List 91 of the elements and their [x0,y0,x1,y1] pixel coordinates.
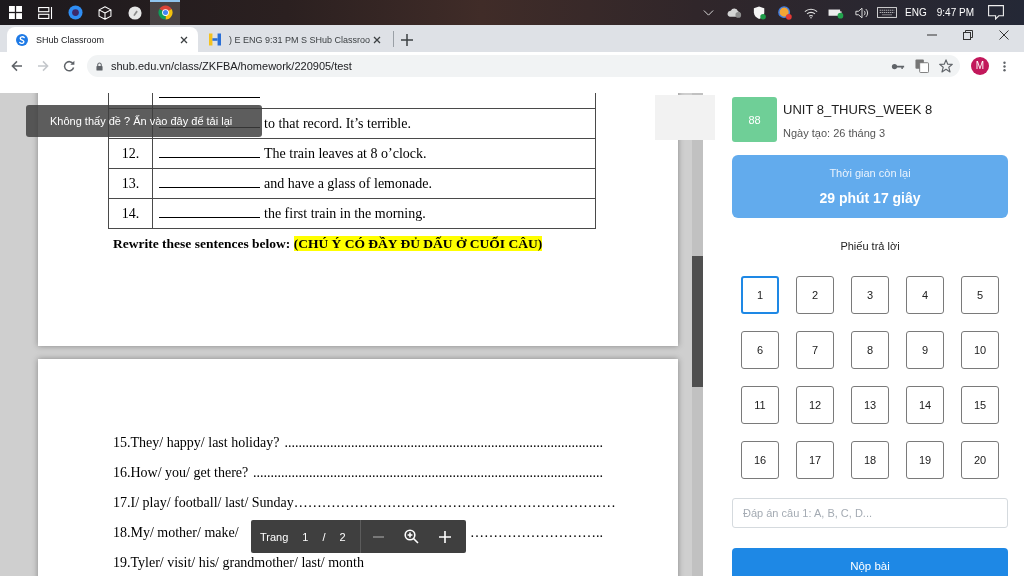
sentence-text: to that record. It’s terrible. [264,115,411,131]
question-button[interactable]: 6 [741,331,779,369]
exercise-prompt: 19.Tyler/ visit/ his/ grandmother/ last/ month [113,554,364,572]
exercise-prompt: 16.How/ you/ get there? [113,464,249,482]
scrollbar-thumb[interactable] [692,256,703,387]
keyboard-icon[interactable] [877,7,898,18]
created-date: Ngày tạo: 26 tháng 3 [783,126,887,140]
bars-icon [209,33,221,46]
question-button[interactable]: 5 [961,276,999,314]
reload-hint-tooltip[interactable]: Không thấy đề ? Ấn vào đây để tải lại [26,105,262,137]
question-button[interactable]: 13 [851,386,889,424]
back-arrow-icon[interactable] [11,60,23,72]
exercise-prompt: 17.I/ play/ football/ last/ Sunday [113,494,294,512]
address-bar[interactable]: shub.edu.vn/class/ZKFBA/homework/220905/test [87,55,960,77]
taskbar-app-button[interactable] [150,0,180,25]
speech-bubble-icon[interactable] [988,5,1004,20]
task-view-icon[interactable] [37,6,53,19]
scrollbar-track[interactable] [692,93,703,576]
fill-in-line: ……………………….. [470,524,603,542]
page-label: Trang [260,530,289,543]
question-button[interactable]: 3 [851,276,889,314]
sentence-text: the first train in the morning. [264,205,426,221]
instruction-text: Rewrite these sentences below: [113,236,291,251]
question-button[interactable]: 2 [796,276,834,314]
speaker-icon[interactable] [854,6,869,19]
lock-icon [96,61,103,71]
answer-sheet-title: Phiếu trả lời [839,239,901,254]
swirl-icon [16,33,28,46]
url-text: shub.edu.vn/class/ZKFBA/homework/220905/test [111,60,352,72]
reload-icon[interactable] [63,60,75,72]
menu-icon[interactable] [1003,59,1006,73]
chevron-icon[interactable] [703,9,715,16]
question-button[interactable]: 19 [906,441,944,479]
shield-icon[interactable] [753,5,767,20]
close-icon[interactable] [180,35,188,44]
time-remaining: 29 phút 17 giây [819,189,921,207]
restore-icon[interactable] [963,30,973,40]
close-icon[interactable] [373,35,381,44]
close-icon[interactable] [999,30,1009,40]
answer-input[interactable]: Đáp án câu 1: A, B, C, D... [732,498,1008,528]
exercise-prompt: 15.They/ happy/ last holiday? [113,434,280,452]
cloud-icon[interactable] [726,7,743,18]
question-button[interactable]: 16 [741,441,779,479]
exercise-prompt: 18.My/ mother/ make/ [113,524,239,542]
page-count: 2 [339,530,346,543]
question-number: 14. [121,205,140,221]
zoom-in-icon[interactable] [403,529,419,544]
highlighted-note: (CHÚ Ý CÓ ĐẦY ĐỦ DẤU Ở CUỐI CÂU) [293,236,543,251]
question-button[interactable]: 18 [851,441,889,479]
language-indicator[interactable]: ENG [905,6,927,19]
question-button[interactable]: 14 [906,386,944,424]
plus-icon[interactable] [401,33,413,46]
cube-icon [98,5,112,20]
question-button[interactable]: 17 [796,441,834,479]
question-button[interactable]: 10 [961,331,999,369]
question-button[interactable]: 1 [741,276,779,314]
score-badge: 88 [732,97,777,142]
question-number: 13. [121,175,140,191]
question-button[interactable]: 15 [961,386,999,424]
four-squares-icon[interactable] [8,6,22,19]
blank-panel [655,95,715,140]
browser-tab[interactable]: SHub Classroom [7,27,198,52]
fill-in-line: .................................................................................................... [253,464,603,482]
current-page[interactable]: 1 [302,530,309,543]
sentence-text: and have a glass of lemonade. [264,175,432,191]
question-button[interactable]: 7 [796,331,834,369]
ring-icon [67,5,83,20]
circle-badge-icon[interactable] [778,5,793,20]
disc-icon [128,5,142,20]
question-number: 12. [121,145,140,161]
fill-in-line: …………………………………………………………… [293,494,616,512]
submit-button[interactable]: Nộp bài [732,548,1008,576]
question-button[interactable]: 11 [741,386,779,424]
profile-avatar[interactable]: M [971,57,989,75]
fill-in-line: ........................................................................................... [284,434,603,452]
question-button[interactable]: 20 [961,441,999,479]
browser-tab[interactable]: ) E ENG 9:31 PM S SHub Classroo [200,27,391,52]
page-separator-text: / [322,530,326,543]
segmented-circle-icon [157,5,173,20]
key-icon[interactable] [891,62,905,70]
question-button[interactable]: 9 [906,331,944,369]
sentence-text: The train leaves at 8 o’clock. [264,145,427,161]
question-button[interactable]: 8 [851,331,889,369]
star-icon[interactable] [939,59,953,73]
question-button[interactable]: 12 [796,386,834,424]
timer-label: Thời gian còn lại [829,166,911,180]
wifi-icon[interactable] [803,6,818,19]
clock-text[interactable]: 9:47 PM [936,6,974,19]
translate-icon[interactable] [915,59,929,73]
assignment-title: UNIT 8_THURS_WEEK 8 [783,102,933,118]
question-button[interactable]: 4 [906,276,944,314]
